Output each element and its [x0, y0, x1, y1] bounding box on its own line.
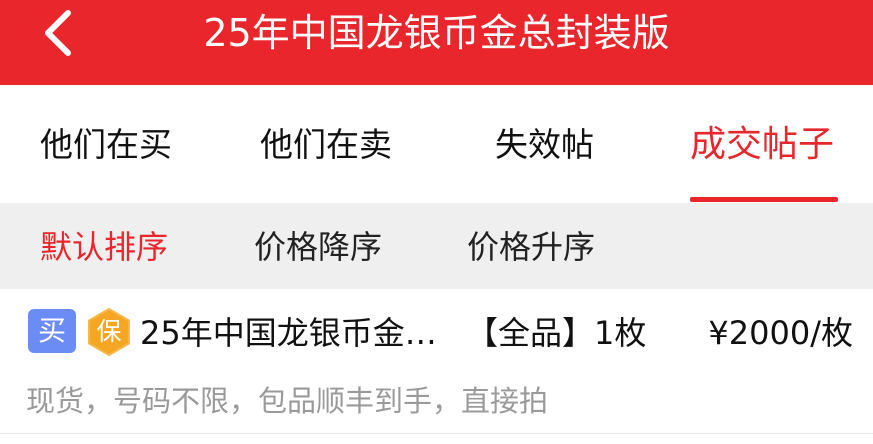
- sort-price-asc[interactable]: 价格升序: [467, 225, 595, 269]
- active-tab-indicator: [690, 197, 838, 202]
- tab-completed[interactable]: 成交帖子: [690, 123, 834, 167]
- sort-bar: 默认排序 价格降序 价格升序: [0, 203, 873, 289]
- tab-expired[interactable]: 失效帖: [495, 123, 594, 167]
- page-title: 25年中国龙银币金总封装版: [203, 11, 670, 55]
- app-header: 25年中国龙银币金总封装版: [0, 0, 873, 85]
- guarantee-badge: 保: [84, 307, 134, 357]
- tab-selling[interactable]: 他们在卖: [260, 123, 392, 167]
- item-title: 25年中国龙银币金…: [140, 314, 437, 352]
- tab-buying[interactable]: 他们在买: [40, 123, 172, 167]
- item-condition: 【全品】1枚: [466, 314, 647, 352]
- tab-bar: 他们在买 他们在卖 失效帖 成交帖子: [0, 85, 873, 203]
- guarantee-badge-label: 保: [96, 317, 122, 346]
- list-item[interactable]: 买 保 25年中国龙银币金… 【全品】1枚 ¥2000/枚 现货，号码不限，包品…: [0, 289, 873, 434]
- item-description: 现货，号码不限，包品顺丰到手，直接拍: [26, 384, 549, 418]
- sort-price-desc[interactable]: 价格降序: [254, 225, 382, 269]
- item-price: ¥2000/枚: [708, 314, 853, 352]
- sort-default[interactable]: 默认排序: [40, 225, 168, 269]
- buy-badge: 买: [28, 309, 76, 353]
